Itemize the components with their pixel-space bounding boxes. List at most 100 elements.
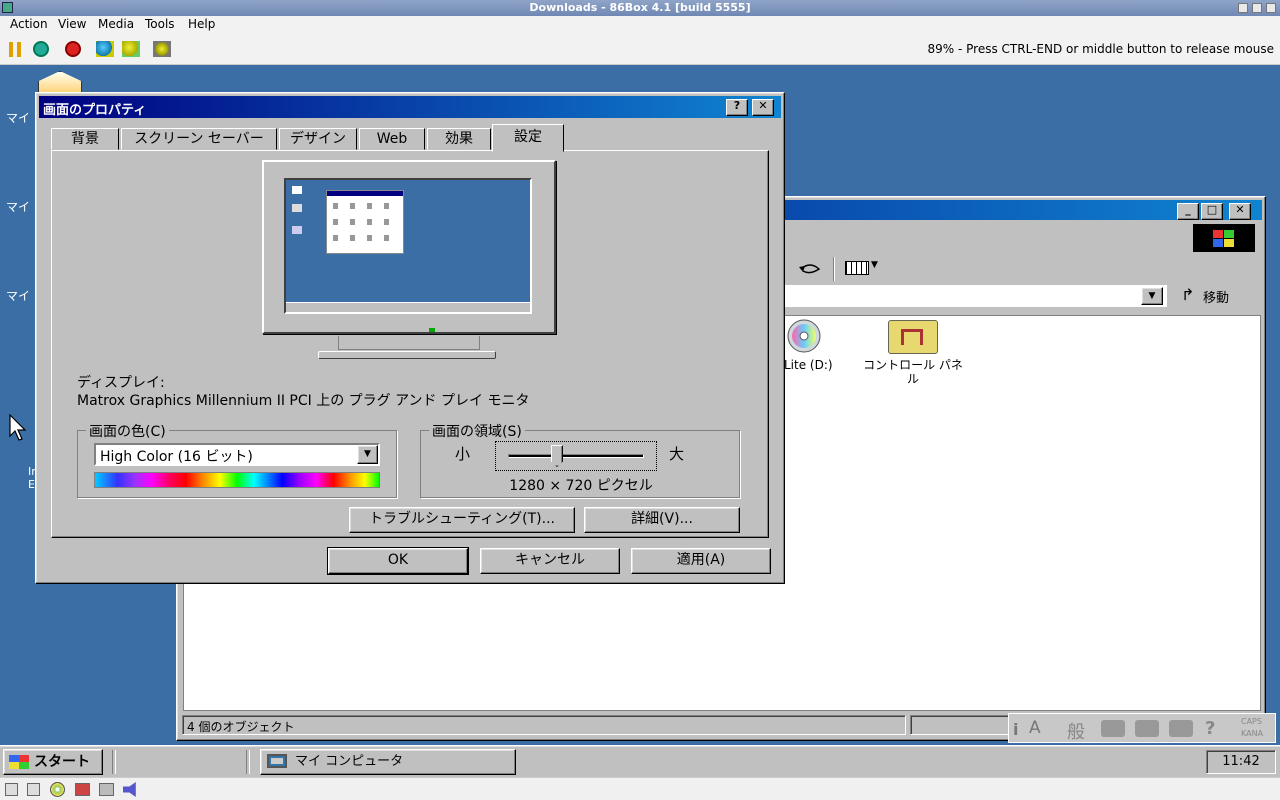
ime-input-mode-icon[interactable]: A	[1029, 718, 1041, 738]
tab-background[interactable]: 背景	[51, 128, 119, 150]
cancel-button[interactable]: キャンセル	[480, 548, 620, 574]
task-my-computer[interactable]: マイ コンピュータ	[260, 749, 516, 775]
menu-tools[interactable]: Tools	[145, 17, 175, 31]
start-button[interactable]: スタート	[3, 749, 103, 775]
area-group-label: 画面の領域(S)	[429, 421, 525, 441]
host-title: Downloads - 86Box 4.1 [build 5555]	[529, 1, 751, 14]
power-icon[interactable]	[65, 41, 81, 57]
host-minimize-button[interactable]	[1238, 3, 1248, 13]
cd-drive-label[interactable]: Lite (D:)	[784, 358, 833, 372]
taskbar: スタート マイ コンピュータ 11:42	[0, 745, 1280, 777]
desktop-icon-label[interactable]: E	[28, 478, 35, 491]
apply-button[interactable]: 適用(A)	[631, 548, 771, 574]
area-groupbox: 画面の領域(S) 小 大 1280 × 720 ピクセル	[420, 421, 740, 498]
slider-thumb[interactable]	[550, 445, 563, 467]
monitor-preview	[262, 160, 556, 334]
hdd-icon[interactable]	[75, 783, 90, 796]
reset-icon[interactable]	[33, 41, 49, 57]
start-label: スタート	[34, 754, 90, 770]
host-maximize-button[interactable]	[1252, 3, 1262, 13]
network-icon[interactable]	[99, 783, 114, 796]
sound-icon[interactable]	[123, 782, 136, 797]
tab-screensaver[interactable]: スクリーン セーバー	[121, 128, 277, 150]
display-label: ディスプレイ:	[77, 375, 165, 391]
pause-icon[interactable]	[9, 42, 21, 57]
explorer-status-pane	[910, 715, 1010, 735]
host-close-button[interactable]	[1266, 3, 1276, 13]
start-logo-icon	[9, 755, 29, 769]
settings-icon[interactable]	[153, 41, 171, 57]
menu-action[interactable]: Action	[10, 17, 48, 31]
resolution-label: 1280 × 720 ピクセル	[509, 478, 653, 494]
color-select[interactable]: High Color (16 ビット) ▼	[94, 443, 380, 466]
host-titlebar[interactable]: Downloads - 86Box 4.1 [build 5555]	[0, 0, 1280, 16]
ime-pad-icon[interactable]	[1135, 720, 1159, 737]
host-status-text: 89% - Press CTRL-END or middle button to…	[927, 42, 1274, 56]
dialog-titlebar[interactable]: 画面のプロパティ	[39, 96, 781, 118]
explorer-maximize-button[interactable]: □	[1201, 203, 1223, 220]
tab-web[interactable]: Web	[359, 128, 425, 150]
monitor-neck	[338, 336, 480, 350]
task-label: マイ コンピュータ	[295, 754, 404, 769]
ok-button[interactable]: OK	[327, 547, 469, 575]
dialog-help-button[interactable]: ?	[726, 99, 748, 116]
tab-design[interactable]: デザイン	[279, 128, 357, 150]
explorer-close-button[interactable]: ✕	[1229, 203, 1251, 220]
mouse-pointer-icon	[9, 414, 27, 441]
ime-convert-icon[interactable]	[1101, 720, 1125, 737]
views-icon[interactable]	[845, 261, 869, 275]
color-select-value: High Color (16 ビット)	[100, 449, 253, 465]
control-panel-label[interactable]: コントロール パネ ル	[854, 358, 972, 386]
monitor-power-led	[429, 328, 435, 332]
go-button-label: 移動	[1203, 291, 1230, 306]
menu-help[interactable]: Help	[188, 17, 215, 31]
explorer-statusbar: 4 個のオブジェクト	[182, 715, 906, 735]
address-field[interactable]	[785, 285, 1167, 307]
undo-icon[interactable]	[797, 260, 823, 278]
ime-caps-label: CAPS	[1241, 717, 1262, 726]
tab-effects[interactable]: 効果	[427, 128, 491, 150]
area-max-label: 大	[669, 445, 685, 463]
ime-kana-label: KANA	[1241, 729, 1264, 738]
system-tray: 11:42	[1206, 750, 1276, 774]
control-panel-icon[interactable]	[888, 320, 938, 354]
floppy-a-icon[interactable]	[5, 783, 18, 796]
cd-drive-icon[interactable]	[784, 318, 824, 356]
color-group-label: 画面の色(C)	[86, 421, 169, 441]
go-button[interactable]: ↱ 移動	[1175, 283, 1259, 307]
menu-media[interactable]: Media	[98, 17, 134, 31]
resolution-slider[interactable]	[495, 441, 657, 471]
guest-screen: マイ マイ マイ In E _ □ ✕ ▼ ▼ ↱ 移動 Lite (D:) コ…	[0, 65, 1280, 777]
desktop-icon-label[interactable]: マイ	[6, 287, 30, 304]
clock[interactable]: 11:42	[1207, 754, 1275, 769]
explorer-minimize-button[interactable]: _	[1177, 203, 1199, 220]
cdrom-icon[interactable]	[50, 782, 65, 797]
host-statusbar	[0, 777, 1280, 800]
quicklaunch-divider	[246, 750, 250, 774]
menu-view[interactable]: View	[58, 17, 86, 31]
troubleshoot-button[interactable]: トラブルシューティング(T)...	[349, 507, 575, 533]
display-properties-dialog: 画面のプロパティ ? ✕ 背景 スクリーン セーバー デザイン Web 効果 設…	[35, 92, 785, 584]
color-spectrum-bar	[94, 472, 380, 488]
ime-dictionary-icon[interactable]	[1169, 720, 1193, 737]
ime-general-label[interactable]: 般	[1067, 718, 1085, 744]
color-select-dropdown-button[interactable]: ▼	[357, 445, 378, 464]
preview-taskbar	[286, 302, 530, 312]
host-toolbar: 89% - Press CTRL-END or middle button to…	[0, 34, 1280, 65]
floppy-b-icon[interactable]	[27, 783, 40, 796]
advanced-button[interactable]: 詳細(V)...	[584, 507, 740, 533]
dialog-title: 画面のプロパティ	[43, 103, 147, 118]
address-dropdown-button[interactable]: ▼	[1141, 287, 1163, 305]
ime-help-icon[interactable]: ?	[1205, 718, 1215, 739]
color-groupbox: 画面の色(C) High Color (16 ビット) ▼	[77, 421, 397, 498]
host-menubar: Action View Media Tools Help	[0, 16, 1280, 34]
ime-info-icon[interactable]: i	[1013, 720, 1018, 739]
display-name: Matrox Graphics Millennium II PCI 上の プラグ…	[77, 393, 530, 409]
desktop-icon-label[interactable]: マイ	[6, 198, 30, 215]
ctrl-alt-del-icon[interactable]	[96, 41, 114, 57]
views-dropdown-icon[interactable]: ▼	[871, 260, 878, 270]
desktop-icon-label[interactable]: マイ	[6, 109, 30, 126]
tab-settings[interactable]: 設定	[492, 124, 564, 152]
ctrl-alt-esc-icon[interactable]	[122, 41, 140, 57]
dialog-close-button[interactable]: ✕	[752, 99, 774, 116]
